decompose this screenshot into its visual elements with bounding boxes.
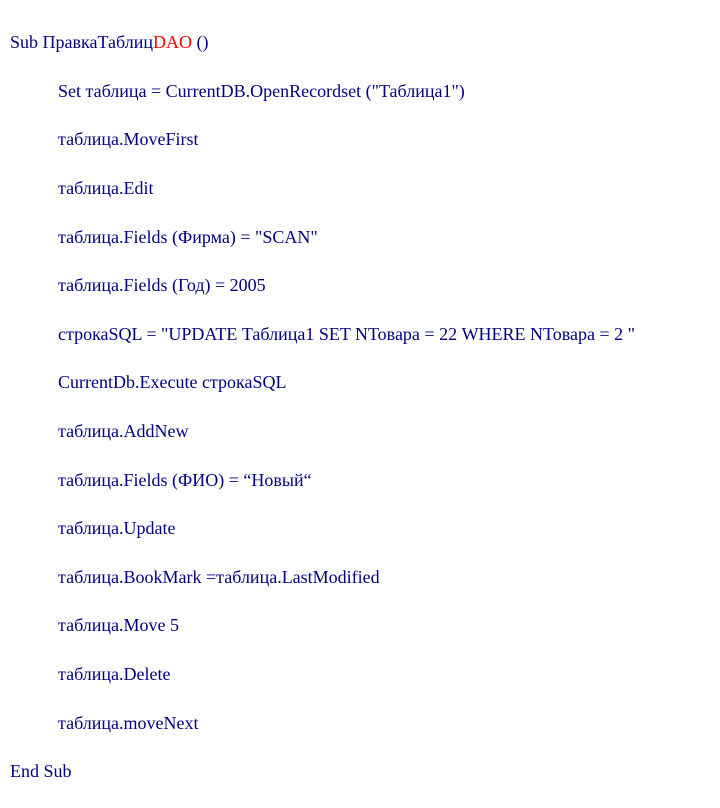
code-line: End Sub [10,759,710,783]
code-line: таблица.Fields (Год) = 2005 [10,273,710,297]
code-line: таблица.AddNew [10,419,710,443]
code-line: таблица.Fields (ФИО) = “Новый“ [10,468,710,492]
code-text: Sub ПравкаТаблиц [10,32,153,52]
code-text-emphasis: DAO [153,32,192,52]
code-line: таблица.MoveFirst [10,127,710,151]
code-line: Set таблица = CurrentDB.OpenRecordset ("… [10,79,710,103]
code-line: таблица.Edit [10,176,710,200]
code-line: Sub ПравкаТаблицDAO () [10,30,710,54]
code-line: таблица.Move 5 [10,613,710,637]
code-listing: Sub ПравкаТаблицDAO () Set таблица = Cur… [0,0,720,808]
code-line: таблица.moveNext [10,711,710,735]
code-line: таблица.Update [10,516,710,540]
code-line: таблица.Delete [10,662,710,686]
code-line: таблица.BookMark =таблица.LastModified [10,565,710,589]
code-text: () [192,32,209,52]
code-line: строкаSQL = "UPDATE Таблица1 SET NТовара… [10,322,710,346]
code-line: таблица.Fields (Фирма) = "SCAN" [10,225,710,249]
code-line: CurrentDb.Execute строкаSQL [10,370,710,394]
